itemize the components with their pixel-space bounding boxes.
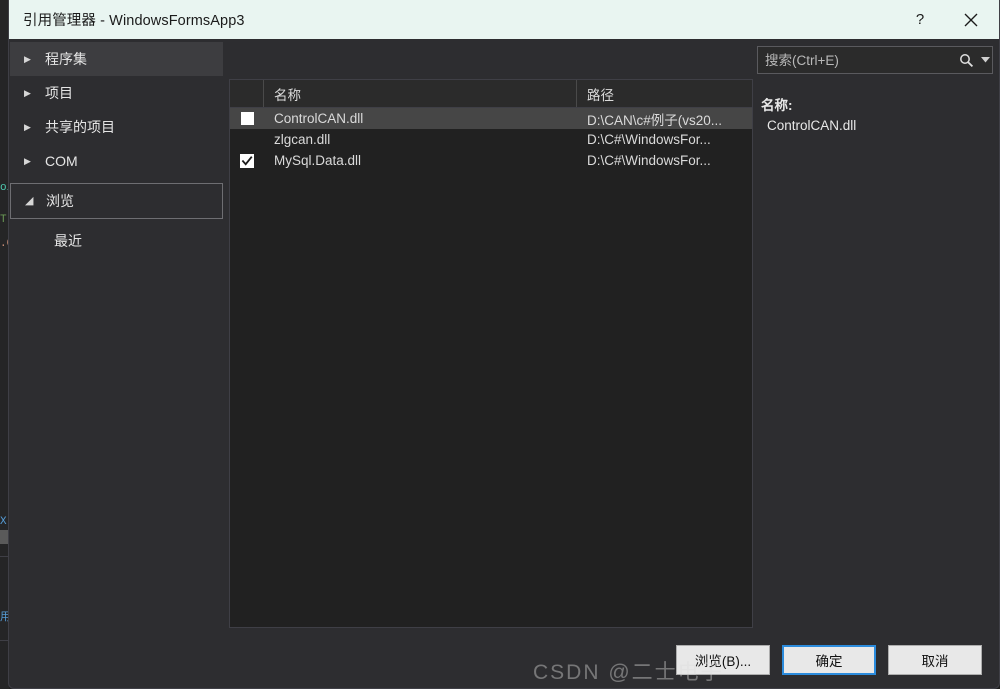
chevron-right-icon [24, 89, 36, 98]
column-header-name[interactable]: 名称 [264, 80, 577, 107]
row-path: D:\C#\WindowsFor... [587, 132, 711, 147]
checkbox-checked-icon[interactable] [240, 153, 254, 168]
titlebar-buttons: ? [897, 0, 999, 39]
chevron-down-icon [25, 196, 37, 207]
sidebar-item-label: 浏览 [46, 193, 74, 209]
sidebar-item-shared-projects[interactable]: 共享的项目 [10, 110, 223, 144]
row-name: ControlCAN.dll [274, 111, 364, 126]
detail-pane: 名称: ControlCAN.dll [761, 96, 997, 136]
row-checkbox-cell[interactable] [230, 153, 264, 168]
reference-list-panel: 名称 路径 ControlCAN.dll D:\CAN\c#例子(vs20...… [229, 79, 753, 628]
checkbox-unchecked-icon[interactable] [240, 112, 254, 125]
chevron-right-icon [24, 123, 36, 132]
close-icon [964, 13, 978, 26]
chevron-down-icon[interactable] [978, 57, 992, 63]
checkbox-none-icon[interactable] [241, 133, 254, 146]
chevron-right-icon [24, 55, 36, 64]
search-input[interactable] [758, 51, 954, 69]
cancel-button[interactable]: 取消 [888, 645, 982, 675]
table-row[interactable]: MySql.Data.dll D:\C#\WindowsFor... [230, 150, 752, 171]
sidebar-item-com[interactable]: COM [10, 144, 223, 178]
dialog-titlebar: 引用管理器 - WindowsFormsApp3 ? [9, 0, 999, 39]
table-row[interactable]: zlgcan.dll D:\C#\WindowsFor... [230, 129, 752, 150]
checkmark-icon [240, 153, 254, 168]
dialog-title: 引用管理器 - WindowsFormsApp3 [23, 13, 245, 29]
sidebar-item-projects[interactable]: 项目 [10, 76, 223, 110]
question-mark-icon: ? [915, 11, 925, 28]
sidebar-item-label: 项目 [45, 85, 73, 101]
browse-button[interactable]: 浏览(B)... [676, 645, 770, 675]
help-button[interactable]: ? [897, 0, 943, 39]
chevron-right-icon [24, 157, 36, 166]
magnifier-icon [959, 53, 973, 67]
dialog-footer: 浏览(B)... 确定 取消 [10, 633, 998, 687]
sidebar-item-browse[interactable]: 浏览 [10, 183, 223, 219]
row-path: D:\C#\WindowsFor... [587, 153, 711, 168]
sidebar-item-assemblies[interactable]: 程序集 [10, 42, 223, 76]
category-sidebar: 程序集 项目 共享的项目 COM 浏览 最近 [10, 39, 223, 633]
list-header-row: 名称 路径 [230, 80, 752, 108]
table-row[interactable]: ControlCAN.dll D:\CAN\c#例子(vs20... [230, 108, 752, 129]
row-name: zlgcan.dll [274, 132, 331, 147]
row-checkbox-cell[interactable] [230, 112, 264, 125]
reference-manager-dialog: 引用管理器 - WindowsFormsApp3 ? 程序集 项目 共享的 [8, 0, 1000, 689]
column-header-check[interactable] [230, 80, 264, 107]
detail-name-value: ControlCAN.dll [767, 118, 857, 133]
search-box[interactable] [757, 46, 993, 74]
row-name: MySql.Data.dll [274, 153, 362, 168]
row-checkbox-cell[interactable] [230, 133, 264, 146]
detail-name-label: 名称: [761, 98, 793, 113]
column-header-path[interactable]: 路径 [577, 80, 752, 107]
sidebar-subitem-label: 最近 [54, 233, 82, 249]
search-icon[interactable] [954, 53, 978, 68]
close-button[interactable] [943, 0, 999, 39]
sidebar-item-label: 共享的项目 [45, 119, 115, 135]
sidebar-subitem-recent[interactable]: 最近 [10, 225, 223, 257]
row-path: D:\CAN\c#例子(vs20... [587, 112, 723, 128]
sidebar-item-label: COM [45, 153, 78, 169]
ok-button[interactable]: 确定 [782, 645, 876, 675]
sidebar-item-label: 程序集 [45, 51, 87, 67]
caret-down-icon [980, 57, 990, 63]
